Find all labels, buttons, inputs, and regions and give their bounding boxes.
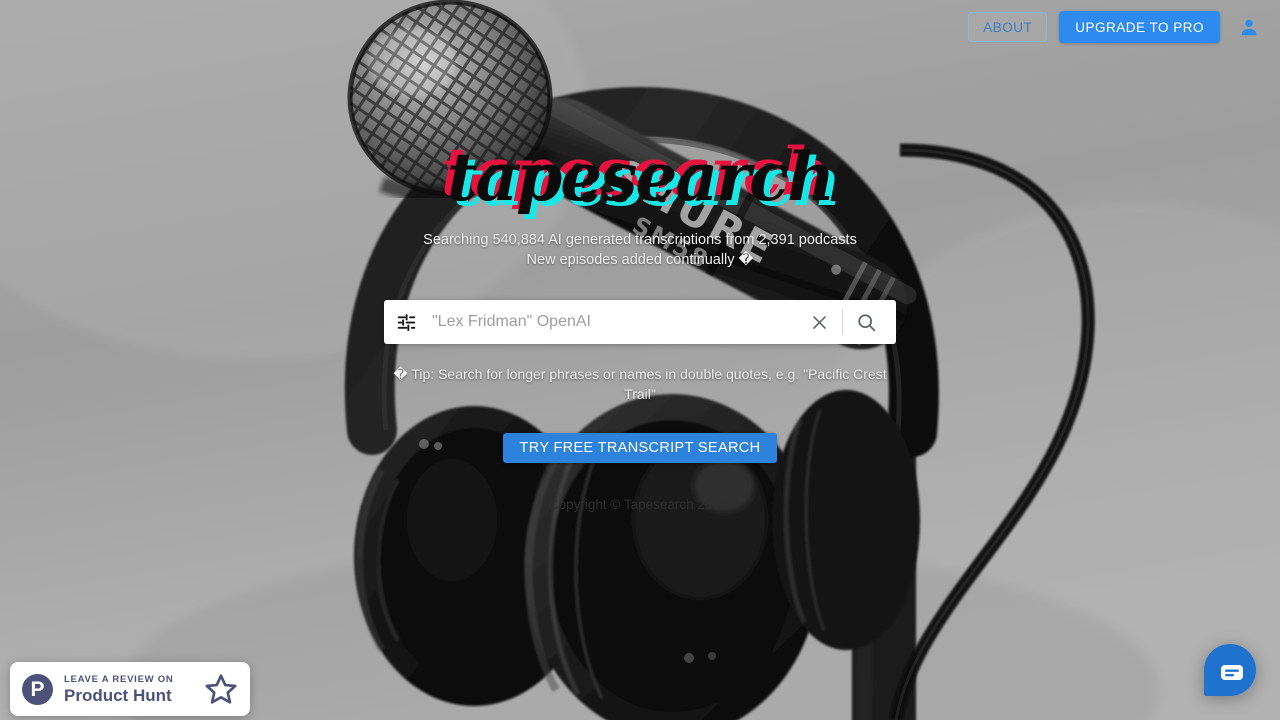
copyright-text: Copyright © Tapesearch 2023. [548, 497, 732, 512]
search-bar[interactable] [384, 300, 896, 344]
product-hunt-review-badge[interactable]: P LEAVE A REVIEW ON Product Hunt [10, 662, 250, 716]
tagline: Searching 540,884 AI generated transcrip… [423, 230, 857, 270]
top-navigation-bar: ABOUT UPGRADE TO PRO [0, 0, 1280, 54]
logo-wordmark: tapesearch [446, 138, 835, 216]
product-hunt-kicker: LEAVE A REVIEW ON [64, 673, 174, 685]
product-hunt-text: LEAVE A REVIEW ON Product Hunt [64, 673, 193, 706]
chat-bubble-icon [1221, 665, 1243, 680]
close-icon[interactable] [799, 301, 839, 343]
search-tip-text: � Tip: Search for longer phrases or name… [393, 366, 887, 402]
tagline-line-1: Searching 540,884 AI generated transcrip… [423, 232, 857, 248]
product-hunt-logo-icon: P [22, 673, 53, 705]
star-outline-icon [204, 672, 238, 706]
search-input[interactable] [428, 301, 799, 343]
upgrade-to-pro-button[interactable]: UPGRADE TO PRO [1059, 11, 1220, 43]
account-button[interactable] [1234, 12, 1264, 42]
icon-divider [842, 309, 843, 335]
tune-icon[interactable] [384, 300, 428, 344]
about-button[interactable]: ABOUT [968, 12, 1048, 42]
tagline-line-2: New episodes added continually � [526, 252, 754, 268]
person-icon [1238, 16, 1260, 38]
chat-widget-button[interactable] [1202, 642, 1262, 702]
search-icon[interactable] [846, 301, 886, 343]
page-root: SHURE SM58 ABOUT UPGRADE TO PRO tapesear… [0, 0, 1280, 720]
try-free-transcript-search-button[interactable]: TRY FREE TRANSCRIPT SEARCH [502, 433, 778, 463]
hero-section: tapesearch tapesearch tapesearch Searchi… [0, 0, 1280, 512]
tapesearch-logo: tapesearch tapesearch tapesearch [340, 133, 940, 221]
product-hunt-title: Product Hunt [64, 685, 172, 705]
